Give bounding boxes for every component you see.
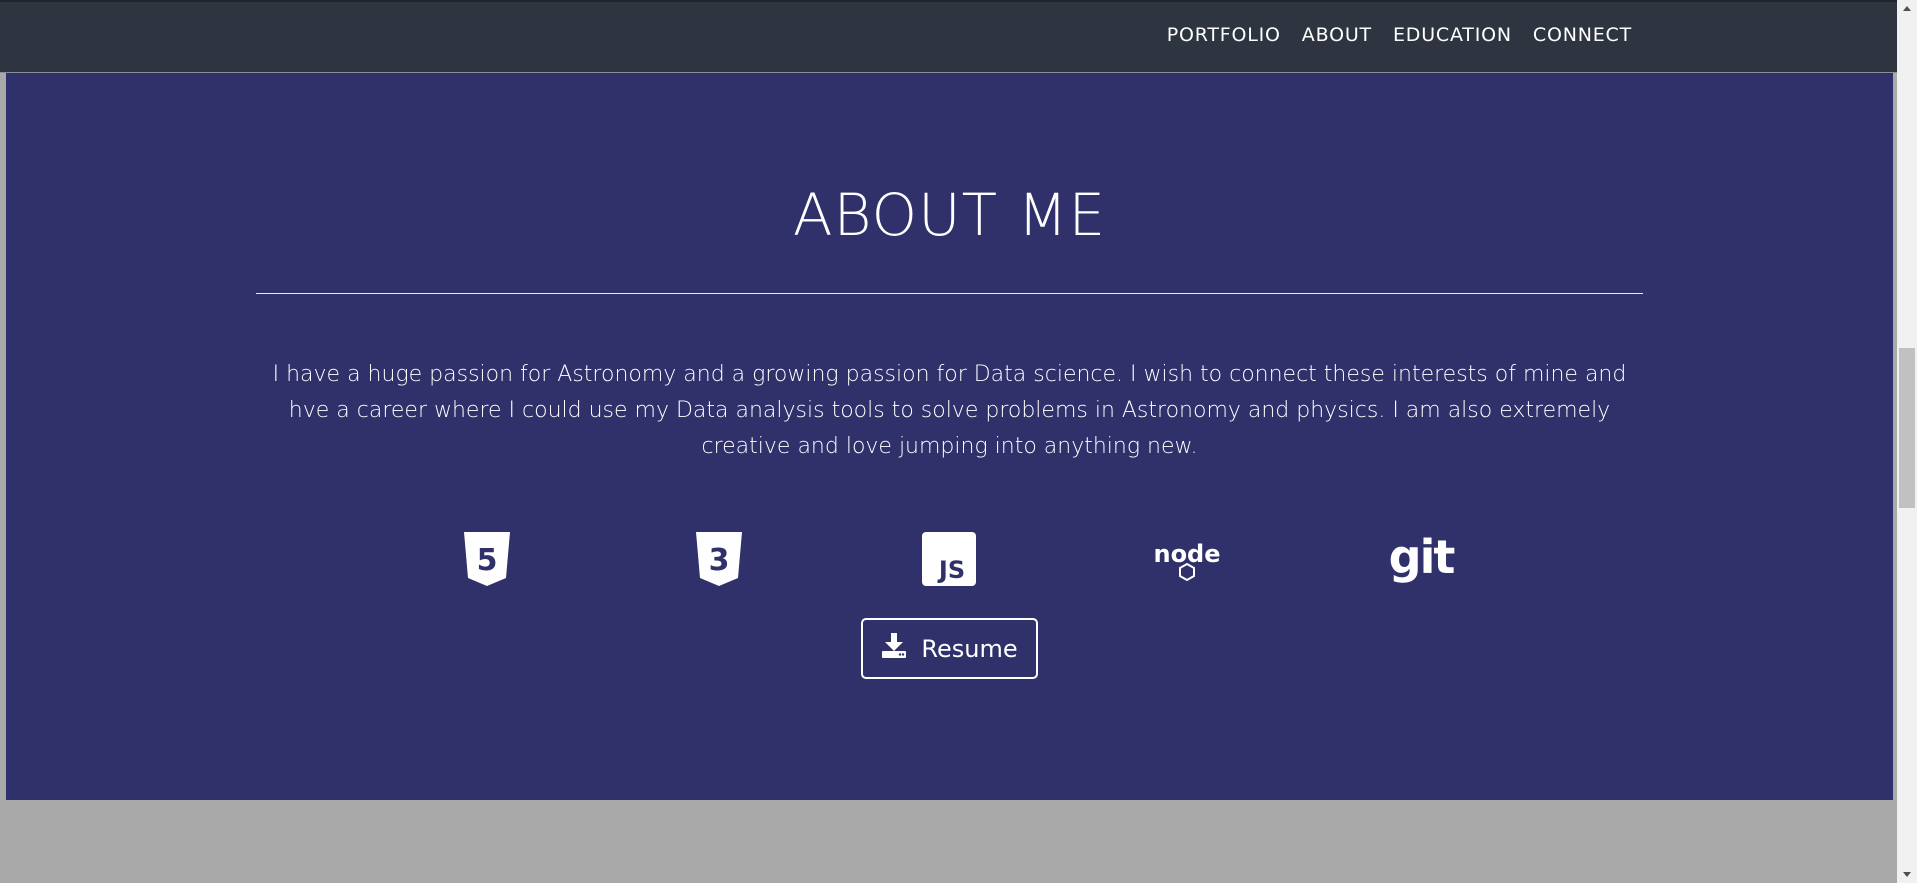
css3-glyph: 3 [709, 543, 730, 578]
git-glyph: git [1389, 530, 1455, 584]
nav-link-connect[interactable]: CONNECT [1533, 24, 1632, 46]
scroll-up-arrow-icon[interactable] [1903, 6, 1911, 11]
page-viewport: PORTFOLIO ABOUT EDUCATION CONNECT ABOUT … [0, 0, 1897, 883]
html5-icon: 5 [457, 529, 517, 589]
about-description: I have a huge passion for Astronomy and … [272, 362, 1627, 459]
javascript-icon: JS [919, 529, 979, 589]
about-title: ABOUT ME [792, 181, 1107, 249]
html5-glyph: 5 [477, 543, 498, 578]
top-navbar: PORTFOLIO ABOUT EDUCATION CONNECT [0, 0, 1897, 73]
scrollbar-thumb[interactable] [1899, 348, 1915, 508]
git-icon: git [1386, 529, 1456, 589]
skills-row: 5 3 JS node git [6, 529, 1893, 589]
javascript-glyph: JS [937, 556, 965, 584]
resume-label: Resume [921, 634, 1018, 663]
scroll-down-arrow-icon[interactable] [1903, 872, 1911, 877]
nav-links: PORTFOLIO ABOUT EDUCATION CONNECT [1167, 24, 1632, 46]
title-divider [256, 293, 1643, 294]
nav-link-portfolio[interactable]: PORTFOLIO [1167, 24, 1281, 46]
nav-link-about[interactable]: ABOUT [1302, 24, 1372, 46]
css3-icon: 3 [689, 529, 749, 589]
nav-link-education[interactable]: EDUCATION [1393, 24, 1512, 46]
resume-download-button[interactable]: Resume [861, 618, 1038, 679]
download-icon [881, 633, 907, 664]
about-section: ABOUT ME I have a huge passion for Astro… [6, 73, 1893, 800]
vertical-scrollbar[interactable] [1897, 0, 1917, 883]
nodejs-icon: node [1147, 529, 1227, 589]
